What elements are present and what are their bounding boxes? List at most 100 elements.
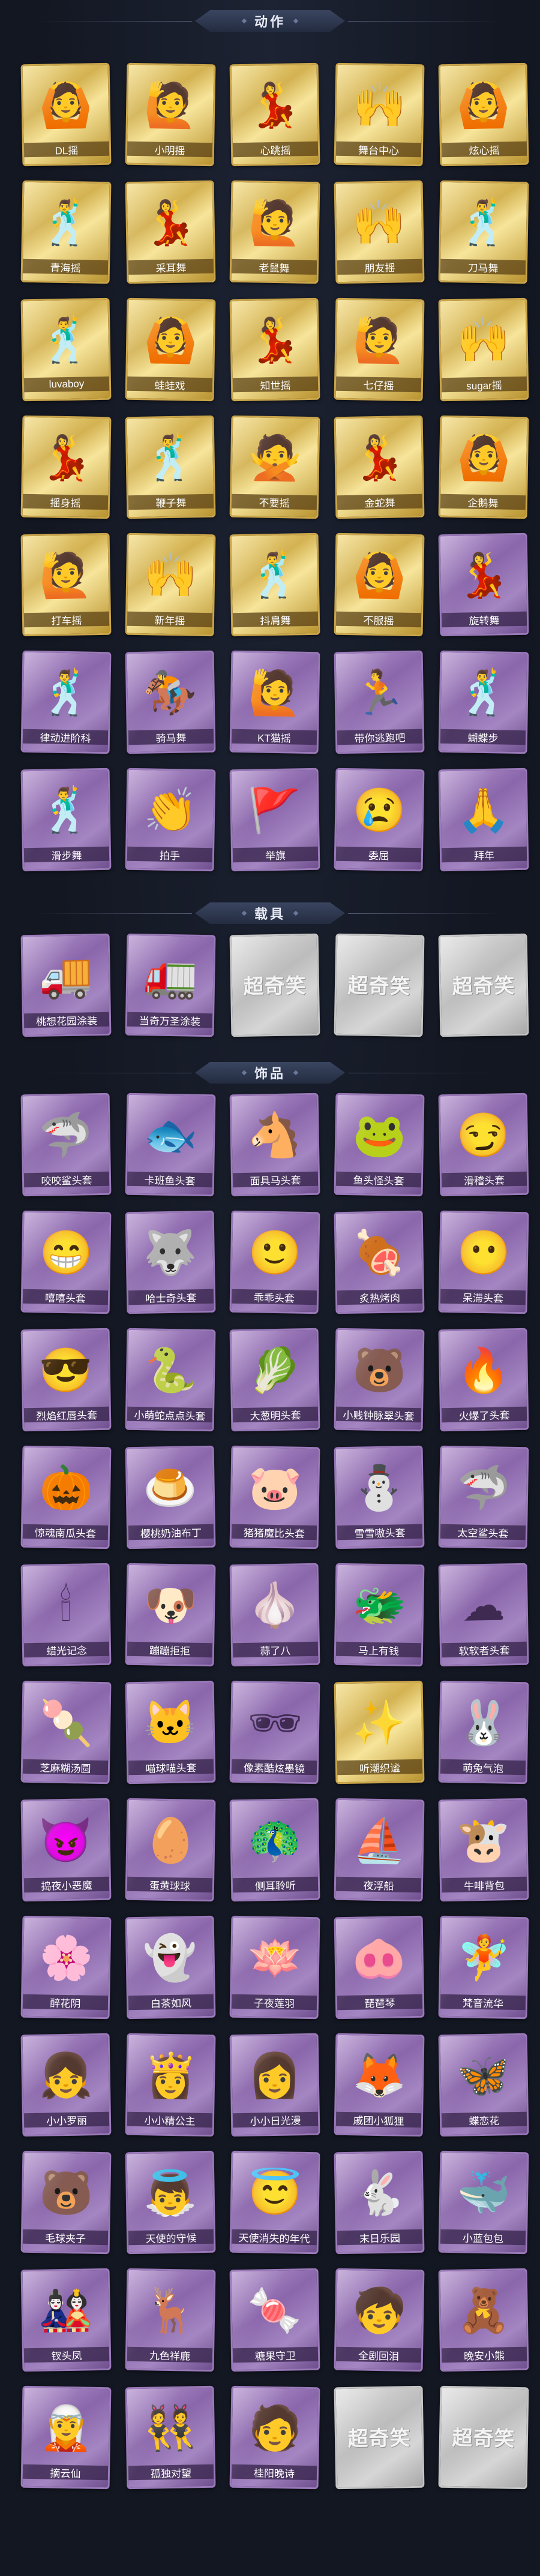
placeholder-card[interactable]: 超奇笑 xyxy=(229,933,320,1037)
item-card[interactable]: 🎎 钗头凤 xyxy=(20,2268,112,2372)
item-card[interactable]: 🪷 子夜莲羽 xyxy=(229,1915,320,2020)
item-card[interactable]: 🙆 企鹅舞 xyxy=(438,415,529,519)
item-card[interactable]: 🧚 梵音流华 xyxy=(438,1915,529,2020)
item-card[interactable]: ⛄ 雪雪嗷头套 xyxy=(334,1445,425,1549)
item-card[interactable]: 🚩 举旗 xyxy=(229,768,320,872)
item-card[interactable]: 👻 白茶如风 xyxy=(125,1915,216,2020)
placeholder-card[interactable]: 超奇笑 xyxy=(438,933,529,1037)
item-card[interactable]: 👸 小小精公主 xyxy=(125,2033,216,2137)
item-card[interactable]: 🙋 KT猫摇 xyxy=(229,650,320,754)
item-card[interactable]: 👏 拍手 xyxy=(125,768,216,872)
item-card[interactable]: 😶 呆滞头套 xyxy=(438,1210,529,1314)
item-card[interactable]: 🦋 蝶恋花 xyxy=(438,2033,529,2137)
item-card[interactable]: 🙆 蛙蛙戏 xyxy=(125,297,216,402)
placeholder-card[interactable]: 超奇笑 xyxy=(334,933,425,1037)
item-card[interactable]: 🙋 老鼠舞 xyxy=(229,180,320,284)
placeholder-card[interactable]: 超奇笑 xyxy=(334,2385,425,2490)
item-card[interactable]: 💃 旋转舞 xyxy=(438,532,529,637)
item-card[interactable]: 💃 心跳摇 xyxy=(229,62,320,167)
item-card[interactable]: ☁ 软软者头套 xyxy=(438,1563,529,1667)
item-card[interactable]: ✨ 听潮织谧 xyxy=(334,1680,425,1784)
item-card[interactable]: 🐍 小萌蛇点点头套 xyxy=(125,1328,216,1432)
item-card[interactable]: 🍡 芝麻糊汤圆 xyxy=(20,1680,112,1784)
item-card[interactable]: 🐱 喵球喵头套 xyxy=(125,1680,216,1784)
item-card[interactable]: 🐴 面具马头套 xyxy=(229,1093,320,1197)
item-card[interactable]: 😁 嘻嘻头套 xyxy=(20,1210,112,1314)
item-card[interactable]: 🧸 晚安小熊 xyxy=(438,2268,529,2372)
item-card[interactable]: 🕺 蝴蝶步 xyxy=(438,650,529,754)
item-card[interactable]: 🥬 大葱明头套 xyxy=(229,1328,320,1432)
item-card[interactable]: 🙋 打车摇 xyxy=(20,532,112,637)
item-card[interactable]: 🙆 炫心摇 xyxy=(438,62,529,167)
item-card[interactable]: 🥚 蛋黄球球 xyxy=(125,1798,216,1902)
item-card[interactable]: 🐻 小贱钟脉翠头套 xyxy=(334,1328,425,1432)
item-card[interactable]: 💃 金蛇舞 xyxy=(334,415,425,519)
item-card[interactable]: 🧄 蒜了八 xyxy=(229,1563,320,1667)
item-card[interactable]: 🙌 朋友摇 xyxy=(334,180,425,284)
item-card[interactable]: 🕺 滑步舞 xyxy=(20,768,112,872)
item-card[interactable]: 😈 捣夜小恶魔 xyxy=(20,1798,112,1902)
item-card[interactable]: 🕺 青海摇 xyxy=(20,180,112,284)
item-card[interactable]: 🦊 戚团小狐狸 xyxy=(334,2033,425,2137)
item-card[interactable]: 🍖 炙热烤肉 xyxy=(334,1210,425,1314)
item-card[interactable]: 🐮 牛啡背包 xyxy=(438,1798,529,1902)
item-card[interactable]: 🌸 醉花阴 xyxy=(20,1915,112,2020)
item-card[interactable]: 🦈 太空鲨头套 xyxy=(438,1445,529,1549)
item-card[interactable]: 🔥 火爆了头套 xyxy=(438,1328,529,1432)
item-card[interactable]: 🐲 马上有钱 xyxy=(334,1563,425,1667)
item-card[interactable]: 🙌 新年摇 xyxy=(125,532,216,637)
item-card[interactable]: 🐇 末日乐园 xyxy=(334,2150,425,2255)
item-card[interactable]: 🙌 舞台中心 xyxy=(334,62,425,167)
item-card[interactable]: 👼 天使的守候 xyxy=(125,2150,216,2255)
item-card[interactable]: 🐺 哈士奇头套 xyxy=(125,1210,216,1314)
item-card[interactable]: 👯 孤独对望 xyxy=(125,2385,216,2490)
item-card[interactable]: 🐳 小蓝包包 xyxy=(438,2150,529,2255)
item-card[interactable]: 🐰 萌兔气泡 xyxy=(438,1680,529,1784)
item-card[interactable]: 🐸 鱼头怪头套 xyxy=(334,1093,425,1197)
item-card[interactable]: 🦈 咬咬鲨头套 xyxy=(20,1093,112,1197)
item-card[interactable]: 😏 滑稽头套 xyxy=(438,1093,529,1197)
item-card[interactable]: 🕺 刀马舞 xyxy=(438,180,529,284)
item-card[interactable]: 😇 天使消失的年代 xyxy=(229,2150,320,2255)
item-card[interactable]: 🚛 当奇万圣涂装 xyxy=(125,933,216,1037)
item-card[interactable]: 🕺 律动进阶科 xyxy=(20,650,112,754)
item-card[interactable]: 🧒 全剧回泪 xyxy=(334,2268,425,2372)
item-card[interactable]: 😎 烈焰红唇头套 xyxy=(20,1328,112,1432)
item-card[interactable]: 🙂 乖乖头套 xyxy=(229,1210,320,1314)
item-card[interactable]: 🎃 惊魂南瓜头套 xyxy=(20,1445,112,1549)
item-card[interactable]: 🕺 鞭子舞 xyxy=(125,415,216,519)
item-card[interactable]: 🚚 桃想花园涂装 xyxy=(20,933,112,1037)
item-card[interactable]: 🙋 七仔摇 xyxy=(334,297,425,402)
item-card[interactable]: 🙌 sugar摇 xyxy=(438,297,529,402)
item-card[interactable]: 🕶 像素酷炫墨镜 xyxy=(229,1680,320,1784)
item-card[interactable]: 🏃 带你逃跑吧 xyxy=(334,650,425,754)
item-card[interactable]: 🐟 卡班鱼头套 xyxy=(125,1093,216,1197)
item-card[interactable]: 😢 委屈 xyxy=(334,768,425,872)
item-card[interactable]: 🍬 糖果守卫 xyxy=(229,2268,320,2372)
item-card[interactable]: 🐻 毛球夹子 xyxy=(20,2150,112,2255)
item-card[interactable]: 🍮 樱桃奶油布丁 xyxy=(125,1445,216,1549)
item-card[interactable]: 💃 知世摇 xyxy=(229,297,320,402)
item-card[interactable]: 🕺 luvaboy xyxy=(20,297,112,402)
item-card[interactable]: 🐽 琵琶琴 xyxy=(334,1915,425,2020)
item-card[interactable]: 🦌 九色祥鹿 xyxy=(125,2268,216,2372)
item-card[interactable]: ⛵ 夜浮船 xyxy=(334,1798,425,1902)
item-card[interactable]: 🐶 蹦蹦拒拒 xyxy=(125,1563,216,1667)
item-card[interactable]: 👩 小小日光漫 xyxy=(229,2033,320,2137)
item-card[interactable]: 🙆 DL摇 xyxy=(20,62,112,167)
item-card[interactable]: 🕯 蜡光记念 xyxy=(20,1563,112,1667)
item-card[interactable]: 💃 摇身摇 xyxy=(20,415,112,519)
item-card[interactable]: 🙅 不要摇 xyxy=(229,415,320,519)
item-card[interactable]: 🙏 拜年 xyxy=(438,768,529,872)
item-card[interactable]: 👧 小小罗丽 xyxy=(20,2033,112,2137)
item-card[interactable]: 🧝 摘云仙 xyxy=(20,2385,112,2490)
item-card[interactable]: 🦚 侧耳聆听 xyxy=(229,1798,320,1902)
placeholder-card[interactable]: 超奇笑 xyxy=(438,2385,529,2490)
item-card[interactable]: 🕺 抖肩舞 xyxy=(229,532,320,637)
item-card[interactable]: 💃 采耳舞 xyxy=(125,180,216,284)
item-card[interactable]: 🙆 不服摇 xyxy=(334,532,425,637)
item-card[interactable]: 🏇 骑马舞 xyxy=(125,650,216,754)
item-card[interactable]: 🧑 桂阳晚诗 xyxy=(229,2385,320,2490)
item-card[interactable]: 🐷 猪猪魔比头套 xyxy=(229,1445,320,1549)
item-card[interactable]: 🙋 小明摇 xyxy=(125,62,216,167)
